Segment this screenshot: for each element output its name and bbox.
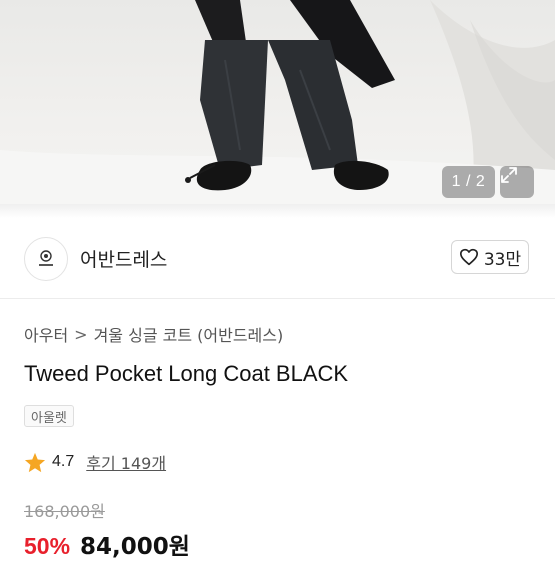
review-link[interactable]: 후기 149개 xyxy=(86,450,166,474)
price-row: 50% 84,000원 xyxy=(24,527,190,561)
brand-logo-icon xyxy=(39,250,53,266)
breadcrumb-item-category[interactable]: 겨울 싱글 코트 (어반드레스) xyxy=(94,322,284,346)
brand-logo[interactable] xyxy=(24,237,68,281)
product-image[interactable]: 1 / 2 xyxy=(0,0,555,204)
product-title: Tweed Pocket Long Coat BLACK xyxy=(24,361,349,386)
original-price: 168,000원 xyxy=(24,502,105,521)
star-icon xyxy=(24,452,46,472)
rating-value: 4.7 xyxy=(52,453,75,470)
like-button[interactable]: 33만 xyxy=(451,240,529,274)
expand-icon xyxy=(501,167,517,183)
sale-price: 84,000원 xyxy=(80,534,190,560)
rating-row: 4.7 후기 149개 xyxy=(24,450,166,474)
outlet-tag: 아울렛 xyxy=(24,405,74,427)
expand-image-button[interactable] xyxy=(500,166,534,198)
discount-rate: 50% xyxy=(24,533,71,559)
brand-name[interactable]: 어반드레스 xyxy=(80,245,167,272)
like-count: 33만 xyxy=(483,249,522,270)
image-counter: 1 / 2 xyxy=(442,166,495,198)
breadcrumb: 아우터 > 겨울 싱글 코트 (어반드레스) xyxy=(24,322,283,346)
image-divider xyxy=(0,204,555,218)
breadcrumb-item-outer[interactable]: 아우터 xyxy=(24,322,68,346)
chevron-right-icon: > xyxy=(74,324,88,344)
heart-icon xyxy=(459,248,478,266)
